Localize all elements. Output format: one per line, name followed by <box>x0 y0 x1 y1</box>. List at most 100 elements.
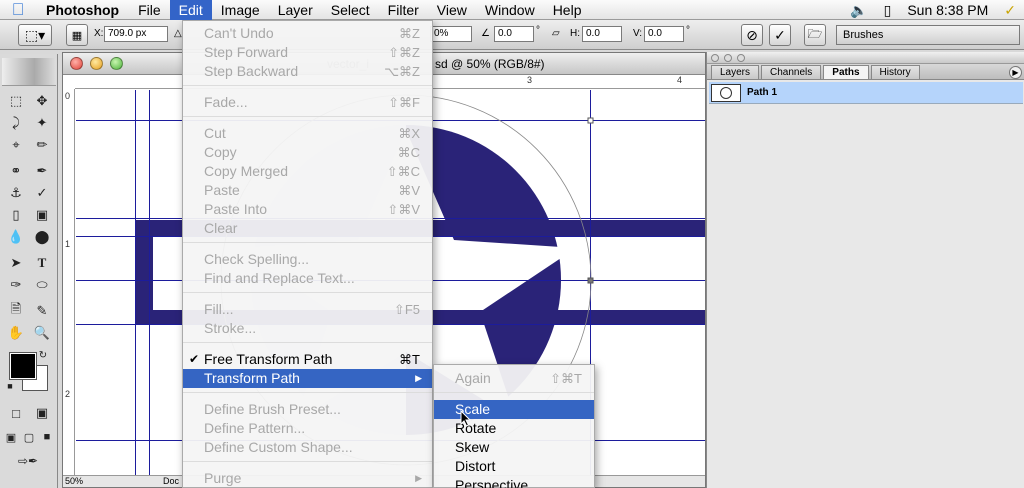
lasso-tool-icon[interactable]: ⤸ <box>4 113 28 133</box>
screen-mode-standard-icon[interactable]: ▣ <box>2 427 20 447</box>
jump-to-imageready-icon[interactable]: ⇨✒ <box>4 451 52 471</box>
reference-point-icon[interactable]: ▦ <box>66 24 88 46</box>
zoom-level-field[interactable]: 50% <box>65 476 83 486</box>
menu-item-paste-into[interactable]: Paste Into ⇧⌘V <box>183 200 432 219</box>
default-colors-icon[interactable]: ■ <box>4 380 16 392</box>
cancel-transform-button[interactable]: ⊘ <box>741 24 763 46</box>
blur-tool-icon[interactable]: 💧 <box>4 227 28 247</box>
move-tool-icon[interactable]: ✥ <box>30 91 54 111</box>
magic-wand-tool-icon[interactable]: ✦ <box>30 113 54 133</box>
menu-item-copy[interactable]: Copy ⌘C <box>183 143 432 162</box>
brush-tool-icon[interactable]: ✒ <box>30 161 54 181</box>
history-brush-tool-icon[interactable]: ✓ <box>30 183 54 203</box>
menu-item-copy-merged[interactable]: Copy Merged ⇧⌘C <box>183 162 432 181</box>
menu-image[interactable]: Image <box>212 0 269 20</box>
gradient-tool-icon[interactable]: ▣ <box>30 205 54 225</box>
pen-tool-icon[interactable]: ✑ <box>4 275 28 295</box>
menu-help[interactable]: Help <box>544 0 591 20</box>
menu-item-rotate[interactable]: Rotate <box>434 419 594 438</box>
dodge-tool-icon[interactable]: ⬤ <box>30 227 54 247</box>
menu-layer[interactable]: Layer <box>269 0 322 20</box>
palette-menu-icon[interactable]: ▶ <box>1009 66 1022 79</box>
zoom-button[interactable] <box>110 57 123 70</box>
type-tool-icon[interactable]: T <box>30 253 54 273</box>
h-skew-field[interactable]: 0.0 <box>582 26 622 42</box>
menu-item-clear[interactable]: Clear <box>183 219 432 238</box>
hand-tool-icon[interactable]: ✋ <box>4 323 28 343</box>
standard-mode-icon[interactable]: □ <box>4 403 28 423</box>
menu-item-paste[interactable]: Paste ⌘V <box>183 181 432 200</box>
minimize-button[interactable] <box>90 57 103 70</box>
menu-item-undo[interactable]: Can't Undo ⌘Z <box>183 24 432 43</box>
menu-item-cut[interactable]: Cut ⌘X <box>183 124 432 143</box>
commit-transform-button[interactable]: ✓ <box>769 24 791 46</box>
menu-item-skew[interactable]: Skew <box>434 438 594 457</box>
angle-field[interactable]: 0.0 <box>494 26 534 42</box>
crop-tool-icon[interactable]: ⌖ <box>4 135 28 155</box>
vertical-ruler[interactable]: 0 1 2 <box>63 89 75 477</box>
photoshop-feather-logo[interactable] <box>2 58 56 86</box>
menu-item-step-backward[interactable]: Step Backward ⌥⌘Z <box>183 62 432 81</box>
menu-item-define-custom-shape[interactable]: Define Custom Shape... <box>183 438 432 457</box>
eyedropper-tool-icon[interactable]: ✎ <box>30 301 54 321</box>
slice-tool-icon[interactable]: ✏ <box>30 135 54 155</box>
menu-edit[interactable]: Edit <box>169 0 212 20</box>
clone-stamp-tool-icon[interactable]: ⚓ <box>4 183 28 203</box>
notes-tool-icon[interactable]: 🗎 <box>4 301 28 321</box>
path-list-item[interactable]: Path 1 <box>709 82 1023 104</box>
palette-title-bar[interactable] <box>707 52 1024 64</box>
menu-view[interactable]: View <box>428 0 476 20</box>
tool-preset-picker[interactable]: ⬚▾ <box>18 24 52 46</box>
menu-item-stroke[interactable]: Stroke... <box>183 319 432 338</box>
tab-history[interactable]: History <box>870 65 920 79</box>
menu-item-purge[interactable]: Purge ▶ <box>183 469 432 488</box>
eraser-tool-icon[interactable]: ▯ <box>4 205 28 225</box>
screen-mode-full-menu-icon[interactable]: ▢ <box>20 427 38 447</box>
menu-item-scale[interactable]: Scale <box>434 400 594 419</box>
menu-item-fade[interactable]: Fade... ⇧⌘F <box>183 93 432 112</box>
volume-icon[interactable]: 🔈 <box>842 2 875 19</box>
palette-close-button[interactable] <box>711 54 719 62</box>
zoom-tool-icon[interactable]: 🔍 <box>30 323 54 343</box>
menu-item-transform-path[interactable]: Transform Path ▶ <box>183 369 432 388</box>
file-browser-icon[interactable]: 🗁 <box>804 24 826 46</box>
script-menu-icon[interactable]: ✓ <box>996 2 1024 19</box>
tab-layers[interactable]: Layers <box>711 65 760 79</box>
tab-paths[interactable]: Paths <box>823 65 869 79</box>
menu-item-step-forward[interactable]: Step Forward ⇧⌘Z <box>183 43 432 62</box>
quick-mask-mode-icon[interactable]: ▣ <box>30 403 54 423</box>
menu-item-define-pattern[interactable]: Define Pattern... <box>183 419 432 438</box>
menu-item-free-transform-path[interactable]: ✔ Free Transform Path ⌘T <box>183 350 432 369</box>
swap-colors-icon[interactable]: ↻ <box>36 348 50 362</box>
brushes-palette-tab[interactable]: Brushes <box>836 25 1020 45</box>
path-selection-tool-icon[interactable]: ➤ <box>4 253 28 273</box>
menu-filter[interactable]: Filter <box>379 0 428 20</box>
palette-minimize-button[interactable] <box>724 54 732 62</box>
menu-window[interactable]: Window <box>476 0 544 20</box>
battery-icon[interactable]: ▯ <box>876 2 900 19</box>
menu-item-fill[interactable]: Fill... ⇧F5 <box>183 300 432 319</box>
x-position-field[interactable]: 709.0 px <box>104 26 168 42</box>
close-button[interactable] <box>70 57 83 70</box>
healing-brush-tool-icon[interactable]: ⚭ <box>4 161 28 181</box>
menu-item-check-spelling[interactable]: Check Spelling... <box>183 250 432 269</box>
v-skew-field[interactable]: 0.0 <box>644 26 684 42</box>
menu-item-distort[interactable]: Distort <box>434 457 594 476</box>
menu-item-again[interactable]: Again ⇧⌘T <box>434 369 594 388</box>
apple-menu-icon[interactable]:  <box>0 0 36 20</box>
menu-item-find-replace[interactable]: Find and Replace Text... <box>183 269 432 288</box>
status-doc-label[interactable]: Doc <box>163 476 179 486</box>
palette-zoom-button[interactable] <box>737 54 745 62</box>
foreground-color-swatch[interactable] <box>9 352 37 380</box>
menu-item-define-brush[interactable]: Define Brush Preset... <box>183 400 432 419</box>
screen-mode-full-icon[interactable]: ■ <box>38 427 56 447</box>
menubar-clock[interactable]: Sun 8:38 PM <box>899 2 996 18</box>
width-percent-field[interactable]: 0% <box>430 26 472 42</box>
marquee-tool-icon[interactable]: ⬚ <box>4 91 28 111</box>
menu-item-perspective[interactable]: Perspective <box>434 476 594 488</box>
menu-app-photoshop[interactable]: Photoshop <box>36 2 129 18</box>
shape-tool-icon[interactable]: ⬭ <box>30 275 54 295</box>
menu-file[interactable]: File <box>129 0 170 20</box>
menu-select[interactable]: Select <box>322 0 379 20</box>
tab-channels[interactable]: Channels <box>761 65 822 79</box>
